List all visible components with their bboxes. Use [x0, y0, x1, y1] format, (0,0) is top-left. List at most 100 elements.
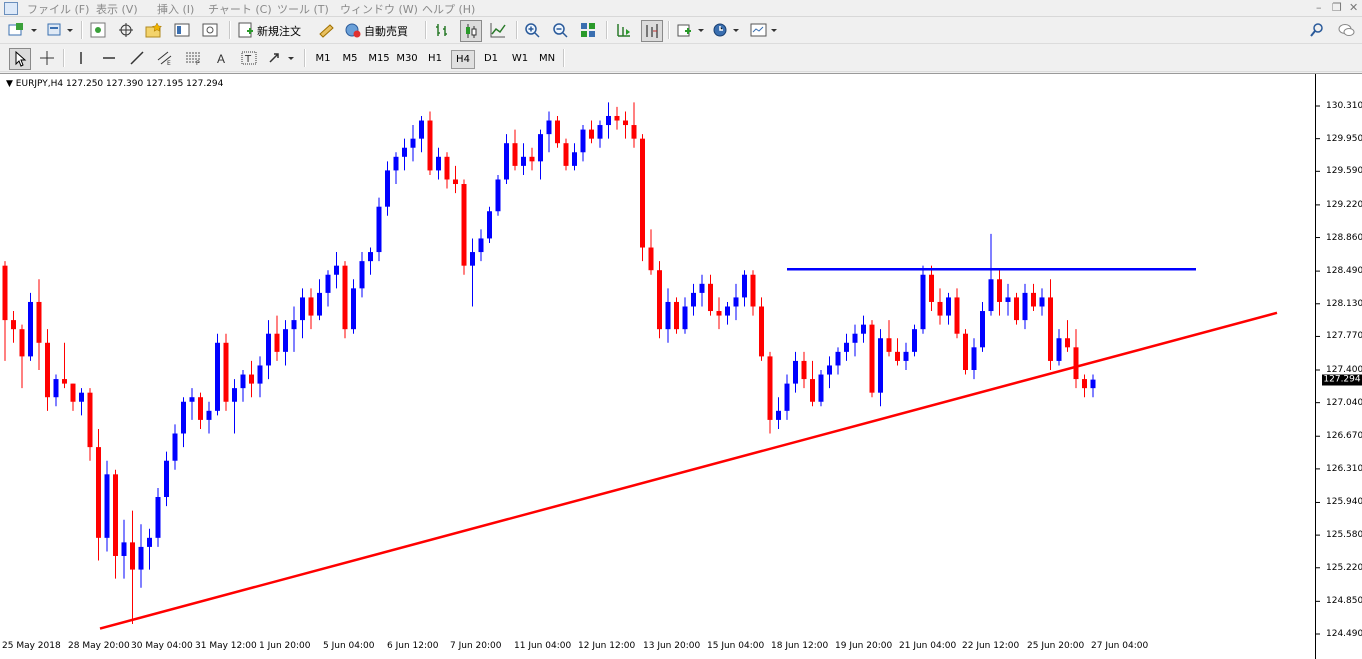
y-tick-label: 128.130: [1326, 298, 1362, 309]
candle-down: [274, 333, 280, 352]
timeframe-h1[interactable]: H1: [424, 50, 446, 67]
cursor-button[interactable]: [9, 48, 31, 70]
text-label-button[interactable]: T: [239, 48, 259, 68]
x-tick-label: 30 May 04:00: [131, 641, 193, 651]
fibonacci-button[interactable]: F: [183, 48, 203, 68]
candle-down: [929, 274, 934, 302]
candle-up: [1005, 297, 1011, 302]
indicators-button[interactable]: [675, 20, 707, 40]
svg-text:E: E: [167, 60, 171, 66]
candle-up: [487, 211, 492, 239]
candle-up: [597, 125, 603, 139]
menu-view[interactable]: 表示 (V): [96, 1, 138, 17]
candle-down: [750, 274, 756, 307]
equidistant-channel-button[interactable]: E: [155, 48, 175, 68]
candlestick-plot[interactable]: [0, 74, 1362, 659]
candle-up: [988, 279, 994, 312]
menu-chart[interactable]: チャート (C): [208, 1, 272, 17]
candlestick-chart-button[interactable]: [460, 20, 482, 42]
tile-windows-icon: [581, 23, 595, 37]
candle-down: [886, 338, 892, 352]
crosshair-button[interactable]: [37, 48, 57, 68]
auto-scroll-icon: [617, 24, 630, 37]
svg-text:F: F: [196, 60, 200, 66]
crosshair-target-icon: [119, 23, 133, 37]
candle-down: [96, 447, 101, 538]
profiles-icon: [47, 23, 73, 36]
market-watch-button[interactable]: [88, 20, 108, 40]
candle-down: [759, 306, 764, 357]
new-chart-icon: [8, 23, 37, 36]
timeframe-h4[interactable]: H4: [451, 50, 475, 69]
text-label-icon: T: [241, 51, 257, 65]
vertical-line-button[interactable]: [71, 48, 91, 68]
bar-chart-button[interactable]: [432, 20, 452, 40]
new-order-icon: [238, 22, 253, 38]
strategy-tester-button[interactable]: [200, 20, 220, 40]
timeframe-m1[interactable]: M1: [312, 50, 334, 67]
close-icon[interactable]: ✕: [1349, 1, 1358, 14]
trendline-button[interactable]: [127, 48, 147, 68]
text-button[interactable]: A: [211, 48, 231, 68]
templates-button[interactable]: [748, 20, 780, 40]
metaeditor-button[interactable]: [316, 20, 336, 40]
candle-up: [147, 537, 152, 547]
candle-up: [410, 138, 416, 148]
y-tick-label: 124.490: [1326, 629, 1362, 639]
y-tick-label: 129.220: [1326, 199, 1362, 210]
auto-trading-icon-button[interactable]: [343, 20, 363, 40]
arrows-button[interactable]: [267, 48, 297, 68]
line-chart-button[interactable]: [488, 20, 508, 40]
chart-window[interactable]: ▼ EURJPY,H4 127.250 127.390 127.195 127.…: [0, 73, 1362, 659]
x-tick-label: 22 Jun 12:00: [962, 641, 1020, 651]
zoom-in-button[interactable]: [522, 20, 542, 40]
profiles-button[interactable]: [44, 20, 76, 40]
fibonacci-icon: F: [186, 52, 200, 66]
new-chart-button[interactable]: [6, 20, 38, 40]
chat-button[interactable]: [1336, 20, 1356, 40]
timeframe-mn[interactable]: MN: [535, 50, 559, 67]
restore-icon[interactable]: ❐: [1332, 1, 1342, 14]
candle-down: [70, 383, 76, 402]
y-tick-label: 130.310: [1326, 101, 1362, 111]
candle-up: [920, 274, 926, 330]
timeframe-m15[interactable]: M15: [366, 50, 392, 67]
menu-window[interactable]: ウィンドウ (W): [340, 1, 418, 17]
periods-button[interactable]: [710, 20, 742, 40]
timeframe-m5[interactable]: M5: [339, 50, 361, 67]
y-tick-label: 126.310: [1326, 463, 1362, 474]
candle-up: [699, 283, 705, 293]
zoom-out-button[interactable]: [550, 20, 570, 40]
timeframe-d1[interactable]: D1: [480, 50, 502, 67]
candle-up: [572, 152, 577, 166]
auto-trading-button[interactable]: 自動売買: [364, 23, 408, 39]
new-order-button[interactable]: 新規注文: [257, 23, 301, 39]
minimize-icon[interactable]: –: [1316, 1, 1322, 14]
terminal-button[interactable]: [172, 20, 192, 40]
menu-tools[interactable]: ツール (T): [277, 1, 329, 17]
candle-down: [895, 351, 900, 361]
candle-down: [249, 374, 254, 384]
data-window-button[interactable]: [116, 20, 136, 40]
candle-up: [912, 329, 917, 352]
candle-down: [589, 129, 594, 139]
candle-down: [674, 301, 679, 330]
menu-insert[interactable]: 挿入 (I): [157, 1, 194, 17]
candle-down: [45, 342, 50, 398]
auto-scroll-button[interactable]: [613, 20, 633, 40]
search-button[interactable]: [1307, 20, 1327, 40]
navigator-button[interactable]: [144, 20, 164, 40]
new-order-icon-button[interactable]: [236, 20, 256, 40]
auto-trading-icon: [345, 23, 361, 38]
menu-file[interactable]: ファイル (F): [27, 1, 89, 17]
timeframe-m30[interactable]: M30: [394, 50, 420, 67]
timeframe-w1[interactable]: W1: [508, 50, 532, 67]
market-watch-icon: [90, 22, 106, 38]
candle-up: [495, 179, 501, 212]
horizontal-line-button[interactable]: [99, 48, 119, 68]
menu-help[interactable]: ヘルプ (H): [422, 1, 475, 17]
chart-shift-button[interactable]: [641, 20, 663, 42]
trendline-icon: [130, 51, 144, 65]
candle-up: [827, 365, 832, 375]
tile-windows-button[interactable]: [578, 20, 598, 40]
